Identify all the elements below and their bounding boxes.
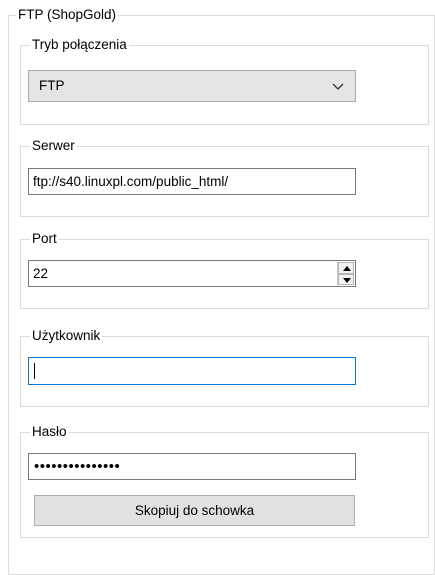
connection-mode-value: FTP — [39, 78, 65, 93]
user-title: Użytkownik — [30, 328, 103, 344]
server-input-value: ftp://s40.linuxpl.com/public_html/ — [33, 174, 229, 189]
arrow-down-icon — [343, 277, 351, 283]
port-title: Port — [30, 231, 59, 247]
connection-mode-dropdown[interactable]: FTP — [28, 70, 356, 102]
user-input[interactable] — [28, 357, 356, 385]
chevron-down-icon — [332, 83, 344, 90]
copy-to-clipboard-label: Skopiuj do schowka — [134, 503, 255, 518]
port-spin-buttons — [337, 262, 354, 285]
port-increment-button[interactable] — [338, 262, 354, 274]
port-decrement-button[interactable] — [338, 273, 354, 285]
password-title: Hasło — [30, 424, 69, 440]
port-stepper[interactable]: 22 — [28, 260, 356, 287]
port-value: 22 — [33, 266, 49, 281]
text-caret — [34, 363, 35, 379]
arrow-up-icon — [343, 266, 351, 271]
ftp-shopgold-group-title: FTP (ShopGold) — [16, 7, 119, 23]
copy-to-clipboard-button[interactable]: Skopiuj do schowka — [34, 495, 355, 526]
password-masked-value: ••••••••••••••• — [34, 458, 121, 475]
server-title: Serwer — [30, 138, 77, 154]
server-input[interactable]: ftp://s40.linuxpl.com/public_html/ — [28, 168, 356, 195]
password-field[interactable]: ••••••••••••••• — [28, 453, 356, 480]
connection-mode-title: Tryb połączenia — [30, 37, 129, 53]
